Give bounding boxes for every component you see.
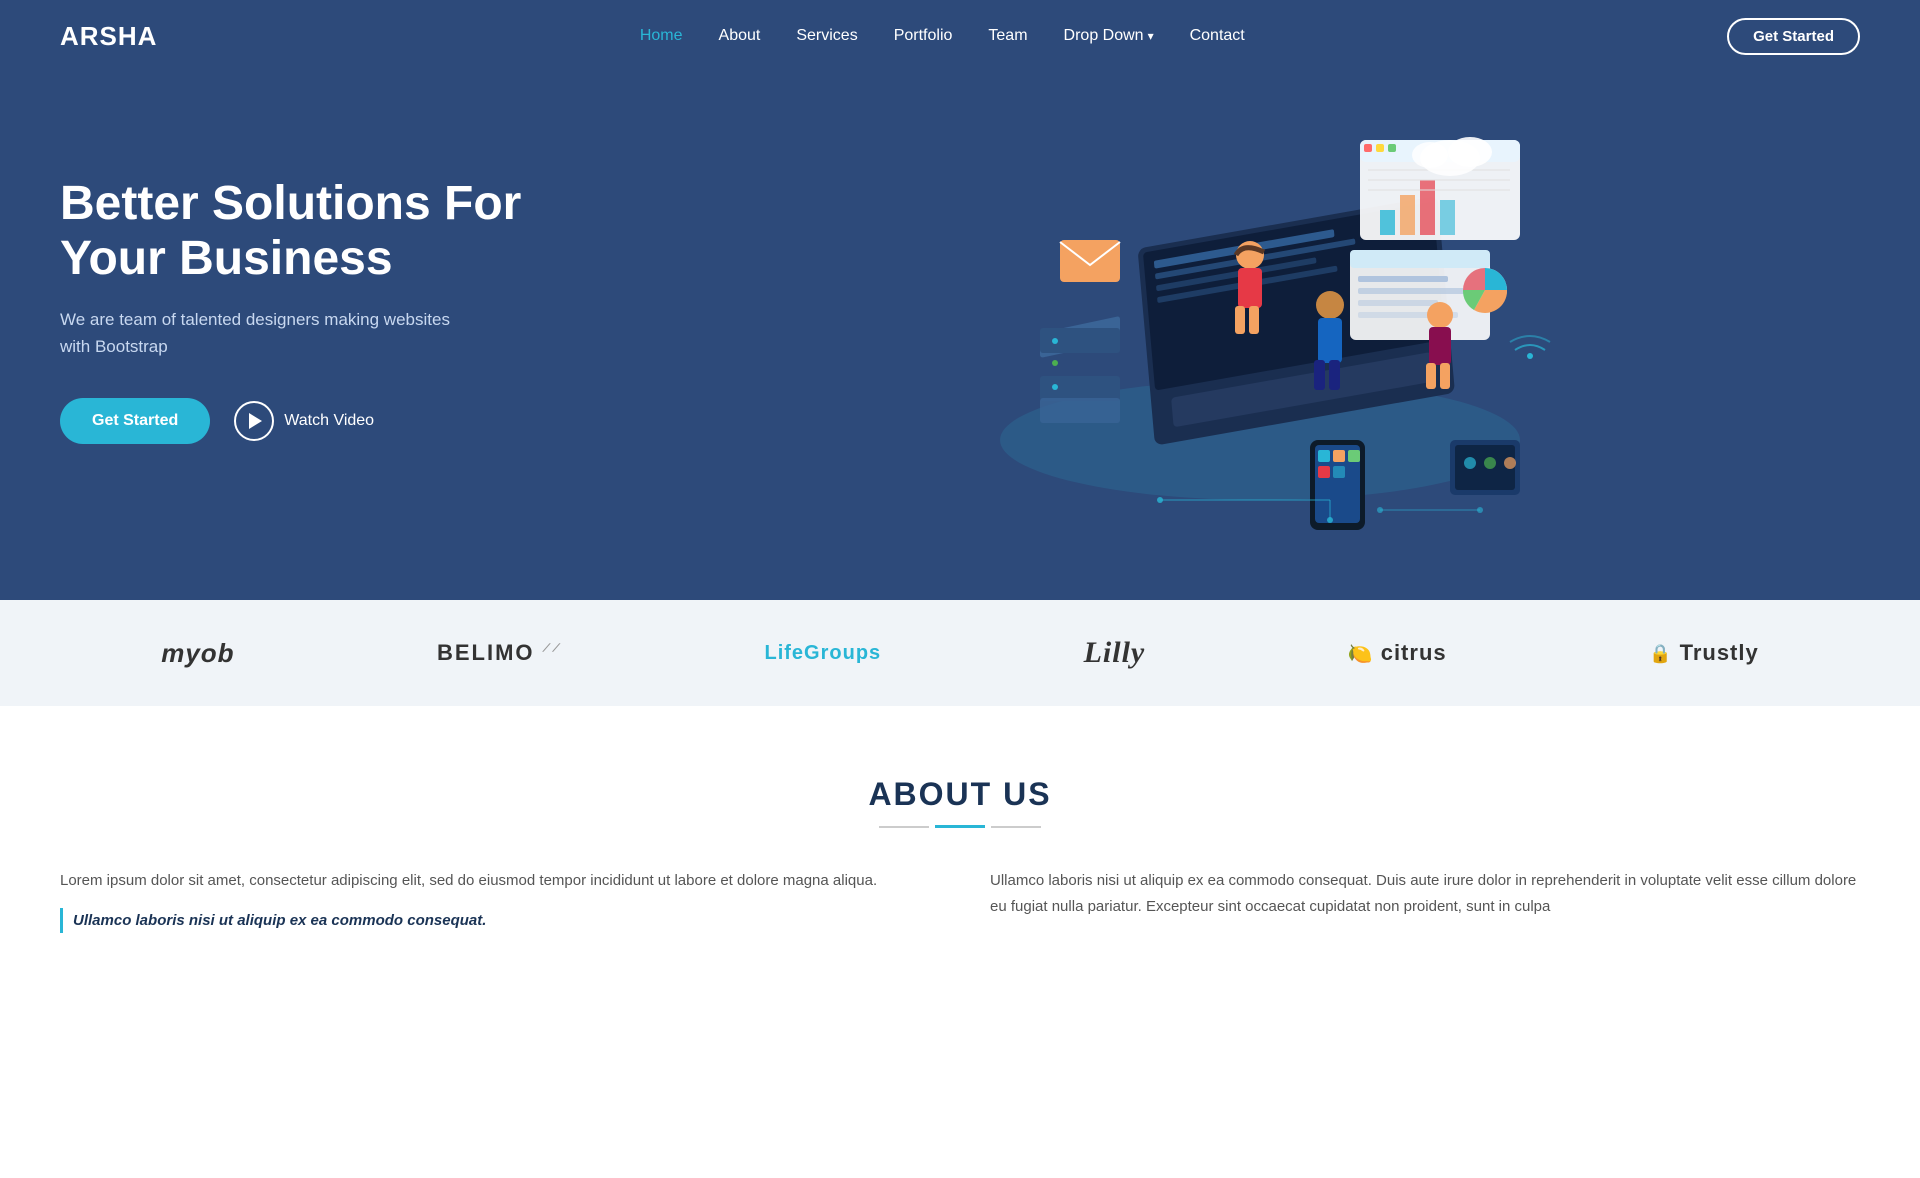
hero-title: Better Solutions For Your Business: [60, 176, 660, 286]
hero-svg: [960, 80, 1560, 540]
nav-cta-button[interactable]: Get Started: [1727, 18, 1860, 55]
nav-item-home[interactable]: Home: [640, 27, 683, 44]
about-section: ABOUT US Lorem ipsum dolor sit amet, con…: [0, 706, 1920, 1007]
nav-item-portfolio[interactable]: Portfolio: [894, 27, 953, 44]
about-columns: Lorem ipsum dolor sit amet, consectetur …: [60, 868, 1860, 947]
play-triangle-icon: [249, 413, 262, 429]
section-divider: [60, 825, 1860, 828]
nav-item-dropdown[interactable]: Drop Down: [1064, 27, 1154, 45]
client-logo-citrus: 🍋 citrus: [1348, 640, 1447, 667]
hero-content: Better Solutions For Your Business We ar…: [60, 176, 660, 445]
about-title: ABOUT US: [60, 776, 1860, 813]
hero-actions: Get Started Watch Video: [60, 398, 660, 444]
about-p1: Lorem ipsum dolor sit amet, consectetur …: [60, 868, 930, 894]
about-col-left: Lorem ipsum dolor sit amet, consectetur …: [60, 868, 930, 947]
client-logo-belimo: BELIMO ⟋⟋: [437, 640, 562, 666]
watch-video-label: Watch Video: [284, 412, 374, 430]
brand-logo[interactable]: ARSHA: [60, 21, 157, 52]
watch-video-button[interactable]: Watch Video: [234, 401, 374, 441]
hero-subtitle: We are team of talented designers making…: [60, 306, 660, 360]
client-logo-lifegroups: LifeGroups: [764, 642, 881, 665]
nav-item-about[interactable]: About: [719, 27, 761, 44]
divider-accent: [935, 825, 985, 828]
divider-left: [879, 826, 929, 828]
navbar: ARSHA Home About Services Portfolio Team…: [0, 0, 1920, 72]
nav-item-team[interactable]: Team: [988, 27, 1027, 44]
hero-section: Better Solutions For Your Business We ar…: [0, 0, 1920, 600]
nav-item-services[interactable]: Services: [796, 27, 857, 44]
hero-cta-button[interactable]: Get Started: [60, 398, 210, 444]
clients-bar: myob BELIMO ⟋⟋ LifeGroups Lilly 🍋 citrus…: [0, 600, 1920, 706]
nav-menu: Home About Services Portfolio Team Drop …: [640, 27, 1245, 45]
nav-item-contact[interactable]: Contact: [1190, 27, 1245, 44]
play-icon: [234, 401, 274, 441]
hero-illustration: [660, 80, 1860, 540]
about-p2: Ullamco laboris nisi ut aliquip ex ea co…: [990, 868, 1860, 919]
client-logo-trustly: 🔒 Trustly: [1649, 640, 1759, 666]
about-col-right: Ullamco laboris nisi ut aliquip ex ea co…: [990, 868, 1860, 947]
about-quote: Ullamco laboris nisi ut aliquip ex ea co…: [60, 908, 930, 934]
divider-right: [991, 826, 1041, 828]
client-logo-myob: myob: [161, 638, 234, 669]
client-logo-lilly: Lilly: [1084, 636, 1146, 670]
